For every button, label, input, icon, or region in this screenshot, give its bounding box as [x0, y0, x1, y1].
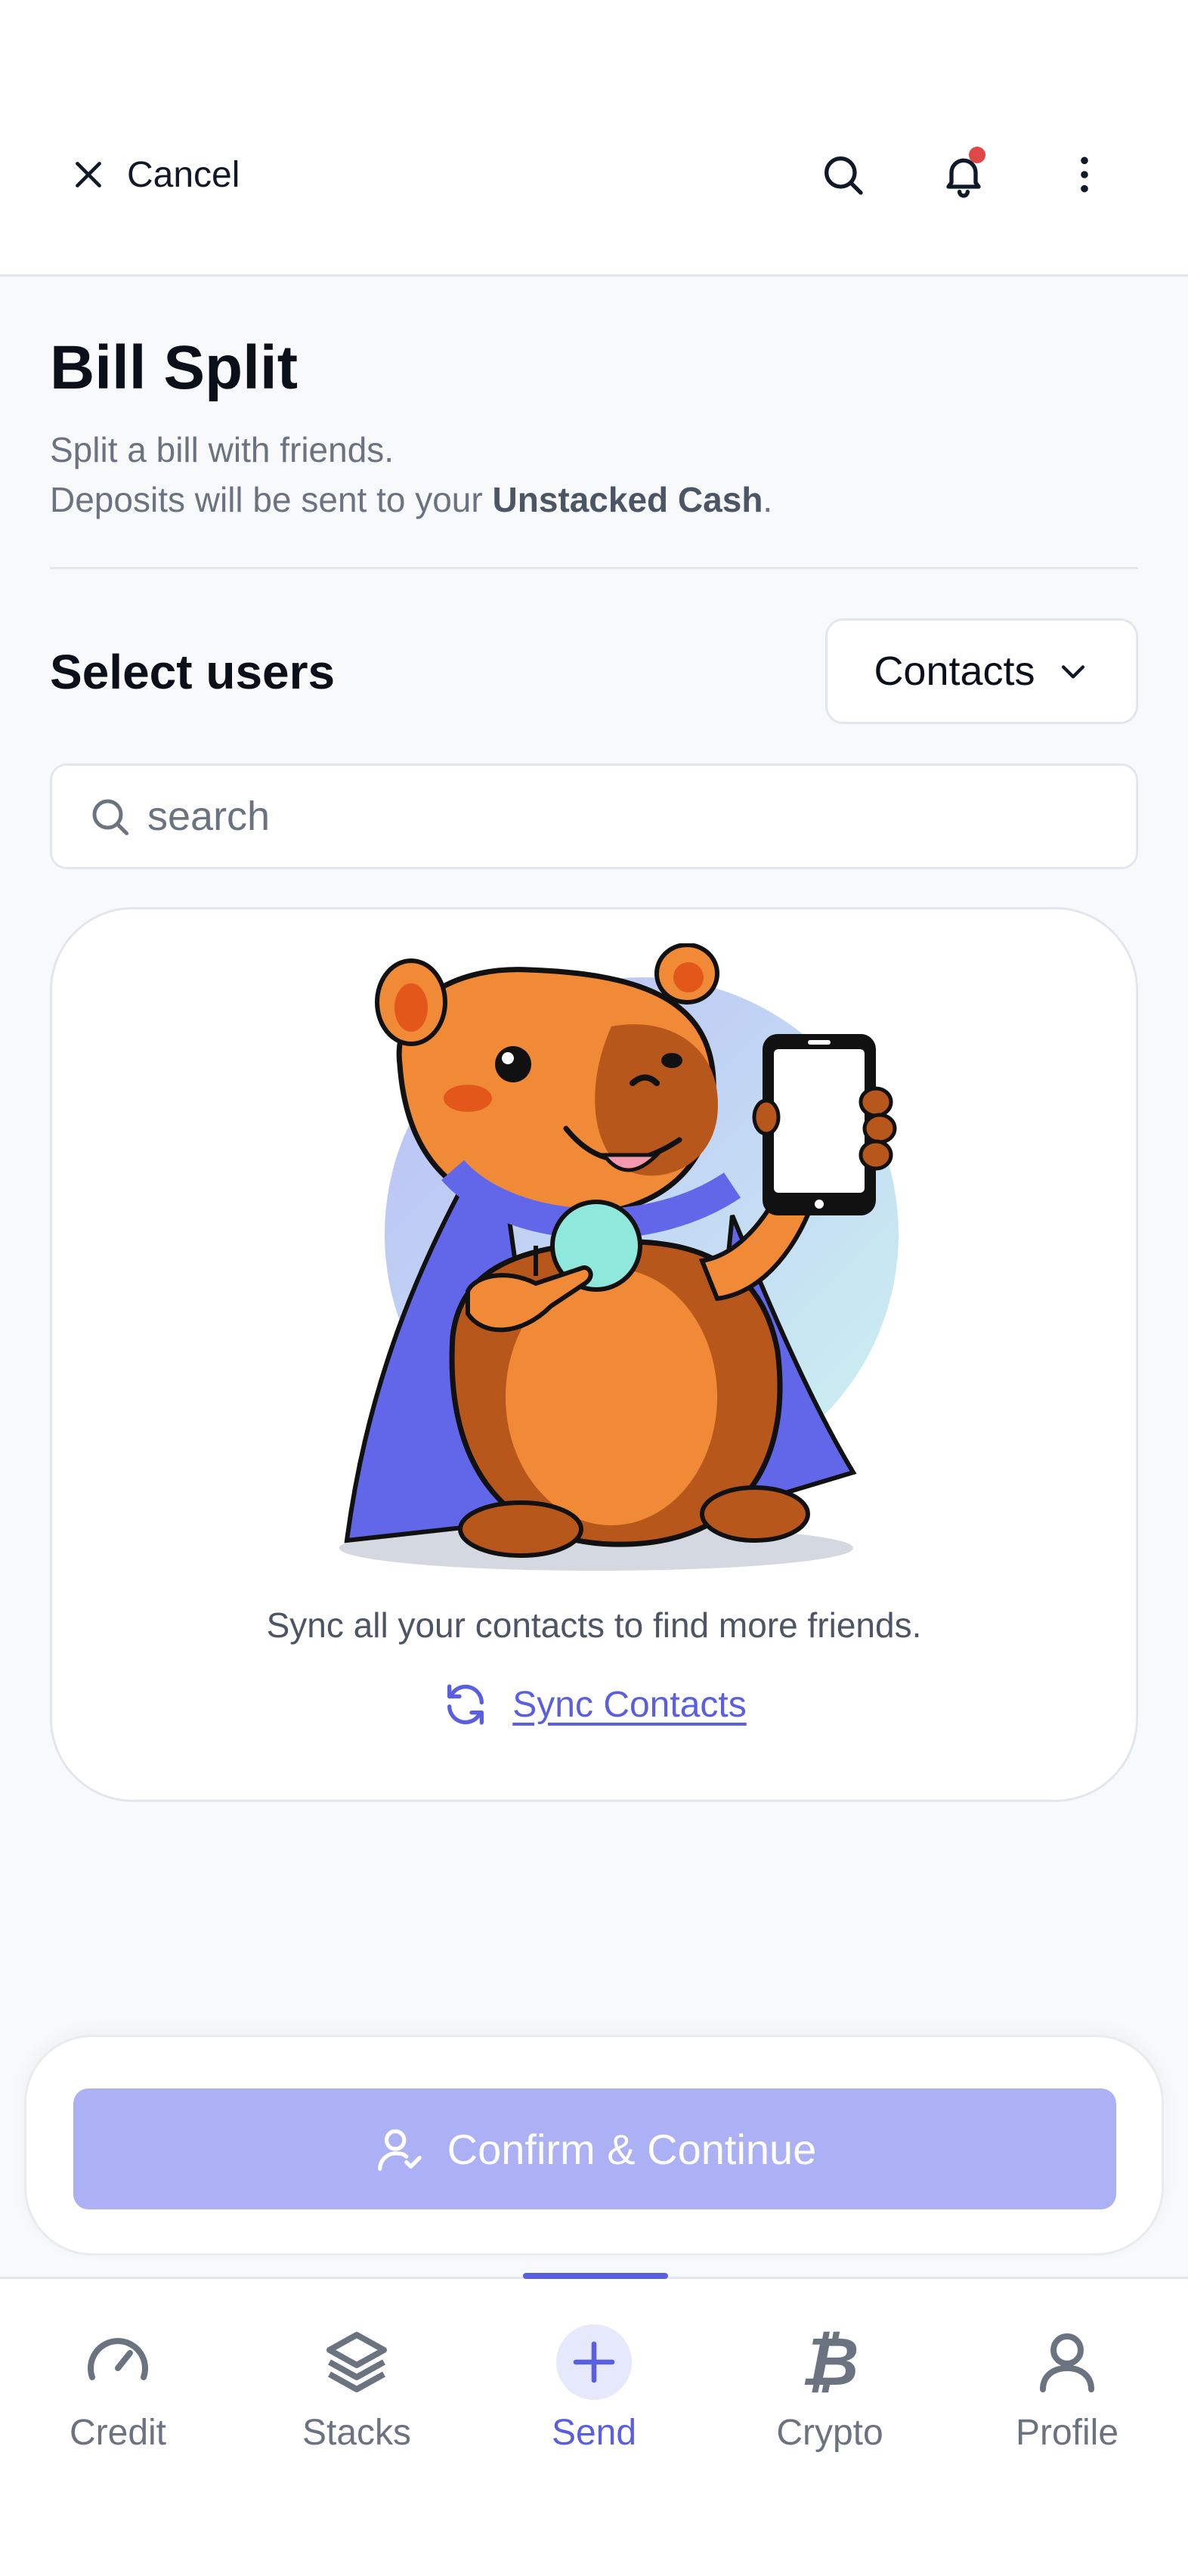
sync-contacts-label: Sync Contacts [512, 1684, 747, 1725]
subtitle-line-1: Split a bill with friends. [50, 430, 394, 469]
more-vertical-icon[interactable] [1058, 148, 1111, 201]
bitcoin-icon: ₿ [800, 2323, 859, 2401]
nav-label-credit: Credit [69, 2413, 167, 2453]
select-users-title: Select users [50, 645, 336, 699]
subtitle-prefix: Deposits will be sent to your [50, 480, 493, 519]
speedometer-icon [80, 2324, 156, 2400]
nav-item-credit[interactable]: Credit [5, 2324, 231, 2475]
confirm-continue-button[interactable]: Confirm & Continue [73, 2088, 1116, 2209]
active-tab-indicator [523, 2273, 668, 2279]
notification-dot [969, 147, 985, 163]
unstacked-cash-label: Unstacked Cash [492, 480, 763, 519]
search-input[interactable] [147, 793, 1054, 840]
nav-label-crypto: Crypto [776, 2413, 883, 2453]
send-icon-wrap [556, 2324, 632, 2400]
sync-message: Sync all your contacts to find more frie… [266, 1605, 922, 1645]
cancel-button[interactable]: Cancel [70, 148, 240, 201]
close-icon [76, 162, 101, 187]
bottom-navigation: Credit Stacks Send ₿ Crypto Profile [0, 2273, 1188, 2576]
sync-contacts-card: Sync all your contacts to find more frie… [50, 907, 1138, 1802]
subtitle-line-2: Deposits will be sent to your Unstacked … [50, 475, 772, 525]
nav-item-profile[interactable]: Profile [954, 2324, 1180, 2475]
user-icon [1029, 2324, 1105, 2400]
user-check-icon [377, 2129, 422, 2171]
top-bar: Cancel [0, 0, 1188, 277]
confirm-continue-label: Confirm & Continue [447, 2125, 817, 2173]
cancel-label: Cancel [127, 154, 240, 195]
nav-label-profile: Profile [1015, 2413, 1119, 2453]
nav-label-send: Send [551, 2413, 637, 2453]
sync-contacts-link[interactable]: Sync Contacts [52, 1680, 1136, 1729]
nav-item-stacks[interactable]: Stacks [243, 2324, 470, 2475]
search-icon[interactable] [816, 148, 869, 201]
chevron-down-icon [1061, 665, 1084, 679]
search-field[interactable] [50, 763, 1138, 869]
confirm-panel: Confirm & Continue [24, 2035, 1164, 2256]
contacts-dropdown[interactable]: Contacts [825, 618, 1138, 724]
page-subtitle: Split a bill with friends. Deposits will… [50, 425, 772, 525]
contacts-dropdown-value: Contacts [874, 649, 1035, 694]
nav-item-crypto[interactable]: ₿ Crypto [716, 2324, 943, 2475]
search-icon [92, 799, 128, 835]
nav-item-send[interactable]: Send [481, 2324, 707, 2475]
nav-label-stacks: Stacks [302, 2413, 412, 2453]
page-title: Bill Split [50, 333, 298, 402]
refresh-icon [447, 1684, 484, 1725]
plus-icon [556, 2324, 632, 2400]
subtitle-suffix: . [763, 480, 773, 519]
bell-icon[interactable] [937, 147, 990, 201]
capybara-mascot-illustration [339, 943, 899, 1571]
divider [50, 567, 1138, 569]
layers-icon [319, 2324, 394, 2400]
